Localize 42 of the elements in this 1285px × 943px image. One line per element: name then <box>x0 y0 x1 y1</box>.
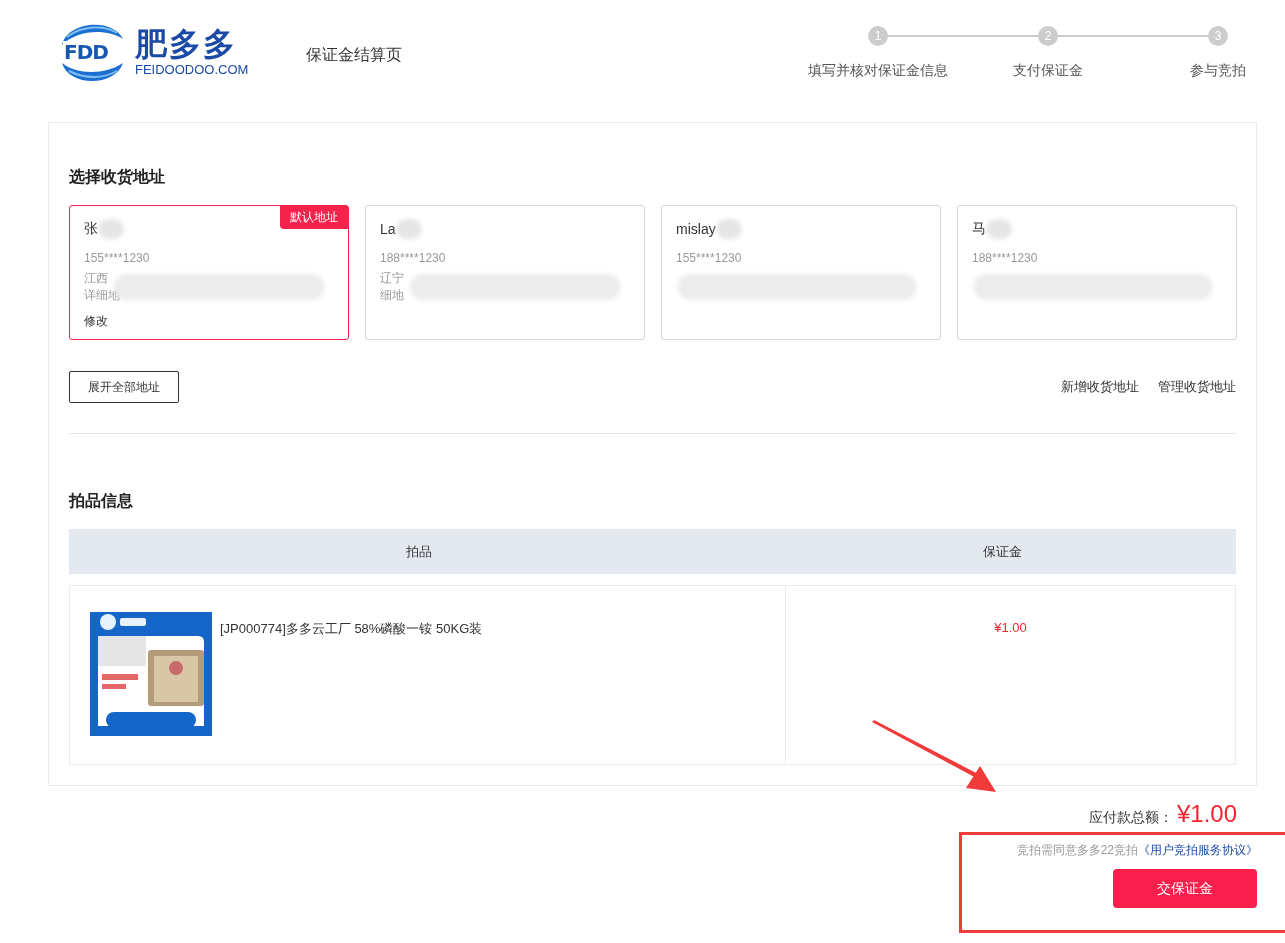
logo-name: 肥多多 <box>135 26 238 62</box>
step-label: 填写并核对保证金信息 <box>808 62 948 80</box>
address-card[interactable]: La 188****1230 辽宁 细地 <box>365 205 645 340</box>
edit-link[interactable]: 修改 <box>84 313 108 330</box>
phone-number: 188****1230 <box>972 251 1039 265</box>
recipient-name: mislay <box>676 221 716 237</box>
recipient-name: 张 <box>84 220 98 238</box>
agreement-text: 竞拍需同意多多22竞拍 <box>1016 842 1138 859</box>
phone-number: 188****1230 <box>380 251 447 265</box>
address-text: 江西 <box>84 270 109 287</box>
step-label: 参与竞拍 <box>1190 62 1246 80</box>
phone-number: 155****1230 <box>84 251 151 265</box>
deposit-amount: ¥1.00 <box>994 620 1027 635</box>
blurred-redaction <box>986 219 1012 239</box>
column-header: 拍品 <box>405 542 433 561</box>
address-link[interactable]: 管理收货地址 <box>1158 378 1236 396</box>
address-link[interactable]: 新增收货地址 <box>1061 378 1139 396</box>
expand-addresses-button[interactable]: 展开全部地址 <box>69 371 179 403</box>
logo-domain: FEIDOODOO.COM <box>135 62 249 78</box>
product-name[interactable]: [JP000774]多多云工厂 58%磷酸一铵 50KG装 <box>220 620 483 638</box>
blurred-redaction <box>395 219 422 239</box>
address-text: 详细地 <box>84 287 121 304</box>
agreement-link[interactable]: 《用户竞拍服务协议》 <box>1138 842 1258 859</box>
section-title: 拍品信息 <box>69 491 134 511</box>
address-card[interactable]: 默认地址 张 155****1230 江西 详细地 修改 <box>69 205 349 340</box>
default-badge: 默认地址 <box>280 206 348 229</box>
recipient-name: La <box>380 221 396 237</box>
blurred-redaction <box>98 219 124 239</box>
address-card[interactable]: 马 188****1230 <box>957 205 1237 340</box>
blurred-redaction <box>715 219 742 239</box>
address-text: 细地 <box>380 287 405 304</box>
pay-deposit-button[interactable]: 交保证金 <box>1113 869 1257 908</box>
address-text: 辽宁 <box>380 270 405 287</box>
step-label: 支付保证金 <box>1013 62 1083 80</box>
column-header: 保证金 <box>982 542 1023 561</box>
page-title: 保证金结算页 <box>306 45 403 65</box>
total-label: 应付款总额： <box>1088 809 1173 827</box>
address-card[interactable]: mislay 155****1230 <box>661 205 941 340</box>
phone-number: 155****1230 <box>676 251 743 265</box>
total-amount: ¥1.00 <box>1176 800 1237 828</box>
recipient-name: 马 <box>972 220 986 238</box>
section-title: 选择收货地址 <box>69 167 166 188</box>
